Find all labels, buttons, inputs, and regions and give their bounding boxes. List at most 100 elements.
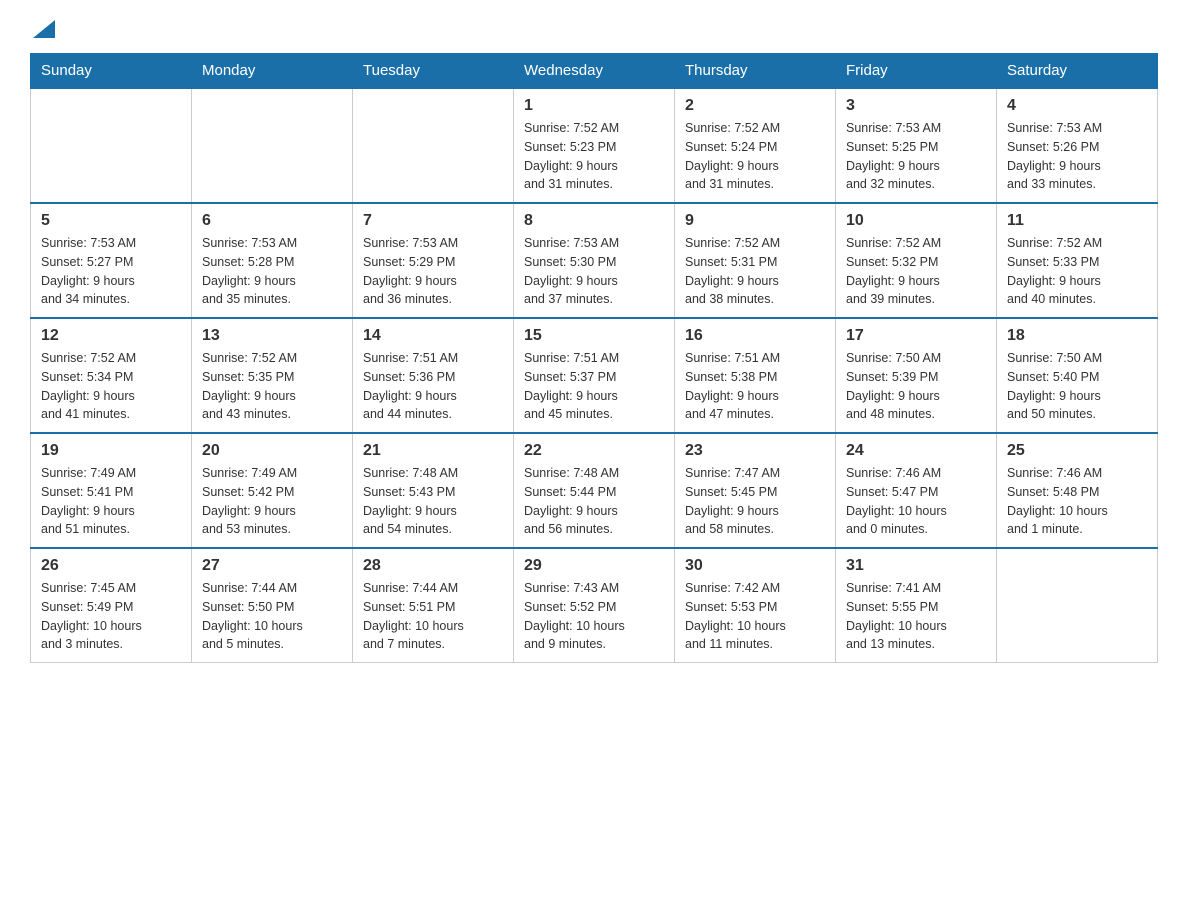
day-info: Sunrise: 7:44 AM Sunset: 5:51 PM Dayligh… bbox=[363, 579, 503, 654]
day-info: Sunrise: 7:47 AM Sunset: 5:45 PM Dayligh… bbox=[685, 464, 825, 539]
calendar-week-3: 12Sunrise: 7:52 AM Sunset: 5:34 PM Dayli… bbox=[31, 318, 1158, 433]
day-number: 17 bbox=[846, 327, 986, 345]
calendar-cell: 16Sunrise: 7:51 AM Sunset: 5:38 PM Dayli… bbox=[675, 318, 836, 433]
weekday-header-thursday: Thursday bbox=[675, 54, 836, 89]
calendar-cell: 20 Sunrise: 7:49 AM Sunset: 5:42 PM Dayli… bbox=[192, 433, 353, 548]
day-info: Sunrise: 7:51 AM Sunset: 5:37 PM Dayligh… bbox=[524, 349, 664, 424]
calendar-cell: 7 Sunrise: 7:53 AM Sunset: 5:29 PM Daylig… bbox=[353, 203, 514, 318]
weekday-header-sunday: Sunday bbox=[31, 54, 192, 89]
calendar-cell bbox=[192, 88, 353, 203]
calendar-cell: 15Sunrise: 7:51 AM Sunset: 5:37 PM Dayli… bbox=[514, 318, 675, 433]
calendar-cell: 25 Sunrise: 7:46 AM Sunset: 5:48 PM Dayli… bbox=[997, 433, 1158, 548]
weekday-header-wednesday: Wednesday bbox=[514, 54, 675, 89]
calendar-cell: 11 Sunrise: 7:52 AM Sunset: 5:33 PM Dayli… bbox=[997, 203, 1158, 318]
calendar-cell: 10Sunrise: 7:52 AM Sunset: 5:32 PM Dayli… bbox=[836, 203, 997, 318]
calendar-cell: 6 Sunrise: 7:53 AM Sunset: 5:28 PM Daylig… bbox=[192, 203, 353, 318]
day-number: 21 bbox=[363, 442, 503, 460]
day-info: Sunrise: 7:53 AM Sunset: 5:28 PM Dayligh… bbox=[202, 234, 342, 309]
day-number: 20 bbox=[202, 442, 342, 460]
day-info: Sunrise: 7:42 AM Sunset: 5:53 PM Dayligh… bbox=[685, 579, 825, 654]
day-info: Sunrise: 7:52 AM Sunset: 5:24 PM Dayligh… bbox=[685, 119, 825, 194]
calendar-cell: 29 Sunrise: 7:43 AM Sunset: 5:52 PM Dayli… bbox=[514, 548, 675, 663]
day-number: 19 bbox=[41, 442, 181, 460]
day-number: 6 bbox=[202, 212, 342, 230]
day-info: Sunrise: 7:49 AM Sunset: 5:42 PM Dayligh… bbox=[202, 464, 342, 539]
day-info: Sunrise: 7:53 AM Sunset: 5:30 PM Dayligh… bbox=[524, 234, 664, 309]
calendar-week-1: 1 Sunrise: 7:52 AM Sunset: 5:23 PM Daylig… bbox=[31, 88, 1158, 203]
calendar-week-4: 19 Sunrise: 7:49 AM Sunset: 5:41 PM Dayli… bbox=[31, 433, 1158, 548]
day-number: 24 bbox=[846, 442, 986, 460]
day-info: Sunrise: 7:51 AM Sunset: 5:36 PM Dayligh… bbox=[363, 349, 503, 424]
day-info: Sunrise: 7:41 AM Sunset: 5:55 PM Dayligh… bbox=[846, 579, 986, 654]
day-info: Sunrise: 7:44 AM Sunset: 5:50 PM Dayligh… bbox=[202, 579, 342, 654]
weekday-header-row: SundayMondayTuesdayWednesdayThursdayFrid… bbox=[31, 54, 1158, 89]
calendar-cell: 31Sunrise: 7:41 AM Sunset: 5:55 PM Dayli… bbox=[836, 548, 997, 663]
day-info: Sunrise: 7:52 AM Sunset: 5:23 PM Dayligh… bbox=[524, 119, 664, 194]
calendar-cell: 27 Sunrise: 7:44 AM Sunset: 5:50 PM Dayli… bbox=[192, 548, 353, 663]
day-info: Sunrise: 7:50 AM Sunset: 5:40 PM Dayligh… bbox=[1007, 349, 1147, 424]
day-number: 9 bbox=[685, 212, 825, 230]
day-info: Sunrise: 7:53 AM Sunset: 5:27 PM Dayligh… bbox=[41, 234, 181, 309]
day-info: Sunrise: 7:46 AM Sunset: 5:48 PM Dayligh… bbox=[1007, 464, 1147, 539]
day-number: 22 bbox=[524, 442, 664, 460]
day-number: 1 bbox=[524, 97, 664, 115]
calendar-cell: 9 Sunrise: 7:52 AM Sunset: 5:31 PM Daylig… bbox=[675, 203, 836, 318]
calendar-cell bbox=[353, 88, 514, 203]
day-info: Sunrise: 7:51 AM Sunset: 5:38 PM Dayligh… bbox=[685, 349, 825, 424]
day-number: 7 bbox=[363, 212, 503, 230]
day-info: Sunrise: 7:52 AM Sunset: 5:31 PM Dayligh… bbox=[685, 234, 825, 309]
calendar-week-5: 26 Sunrise: 7:45 AM Sunset: 5:49 PM Dayli… bbox=[31, 548, 1158, 663]
calendar-cell: 17Sunrise: 7:50 AM Sunset: 5:39 PM Dayli… bbox=[836, 318, 997, 433]
day-number: 30 bbox=[685, 557, 825, 575]
weekday-header-monday: Monday bbox=[192, 54, 353, 89]
day-info: Sunrise: 7:46 AM Sunset: 5:47 PM Dayligh… bbox=[846, 464, 986, 539]
calendar-body: 1 Sunrise: 7:52 AM Sunset: 5:23 PM Daylig… bbox=[31, 88, 1158, 663]
calendar-header: SundayMondayTuesdayWednesdayThursdayFrid… bbox=[31, 54, 1158, 89]
day-number: 5 bbox=[41, 212, 181, 230]
day-info: Sunrise: 7:52 AM Sunset: 5:32 PM Dayligh… bbox=[846, 234, 986, 309]
day-number: 11 bbox=[1007, 212, 1147, 230]
calendar-cell: 12Sunrise: 7:52 AM Sunset: 5:34 PM Dayli… bbox=[31, 318, 192, 433]
calendar-cell: 3 Sunrise: 7:53 AM Sunset: 5:25 PM Daylig… bbox=[836, 88, 997, 203]
calendar-cell: 2Sunrise: 7:52 AM Sunset: 5:24 PM Daylig… bbox=[675, 88, 836, 203]
day-info: Sunrise: 7:48 AM Sunset: 5:43 PM Dayligh… bbox=[363, 464, 503, 539]
calendar-cell: 28Sunrise: 7:44 AM Sunset: 5:51 PM Dayli… bbox=[353, 548, 514, 663]
weekday-header-tuesday: Tuesday bbox=[353, 54, 514, 89]
calendar-cell: 22 Sunrise: 7:48 AM Sunset: 5:44 PM Dayli… bbox=[514, 433, 675, 548]
calendar-cell: 4Sunrise: 7:53 AM Sunset: 5:26 PM Daylig… bbox=[997, 88, 1158, 203]
day-info: Sunrise: 7:43 AM Sunset: 5:52 PM Dayligh… bbox=[524, 579, 664, 654]
day-info: Sunrise: 7:52 AM Sunset: 5:35 PM Dayligh… bbox=[202, 349, 342, 424]
calendar-cell: 26 Sunrise: 7:45 AM Sunset: 5:49 PM Dayli… bbox=[31, 548, 192, 663]
calendar-cell: 8 Sunrise: 7:53 AM Sunset: 5:30 PM Daylig… bbox=[514, 203, 675, 318]
day-info: Sunrise: 7:53 AM Sunset: 5:29 PM Dayligh… bbox=[363, 234, 503, 309]
calendar-cell: 1 Sunrise: 7:52 AM Sunset: 5:23 PM Daylig… bbox=[514, 88, 675, 203]
day-number: 25 bbox=[1007, 442, 1147, 460]
day-info: Sunrise: 7:45 AM Sunset: 5:49 PM Dayligh… bbox=[41, 579, 181, 654]
day-number: 3 bbox=[846, 97, 986, 115]
day-info: Sunrise: 7:52 AM Sunset: 5:33 PM Dayligh… bbox=[1007, 234, 1147, 309]
day-number: 26 bbox=[41, 557, 181, 575]
calendar-cell: 24 Sunrise: 7:46 AM Sunset: 5:47 PM Dayli… bbox=[836, 433, 997, 548]
calendar-cell: 18 Sunrise: 7:50 AM Sunset: 5:40 PM Dayli… bbox=[997, 318, 1158, 433]
calendar-cell: 5 Sunrise: 7:53 AM Sunset: 5:27 PM Daylig… bbox=[31, 203, 192, 318]
logo bbox=[30, 20, 55, 43]
day-info: Sunrise: 7:48 AM Sunset: 5:44 PM Dayligh… bbox=[524, 464, 664, 539]
calendar-cell bbox=[997, 548, 1158, 663]
calendar-table: SundayMondayTuesdayWednesdayThursdayFrid… bbox=[30, 53, 1158, 663]
day-number: 18 bbox=[1007, 327, 1147, 345]
day-number: 14 bbox=[363, 327, 503, 345]
day-number: 29 bbox=[524, 557, 664, 575]
calendar-cell bbox=[31, 88, 192, 203]
weekday-header-friday: Friday bbox=[836, 54, 997, 89]
day-info: Sunrise: 7:49 AM Sunset: 5:41 PM Dayligh… bbox=[41, 464, 181, 539]
page-header bbox=[30, 20, 1158, 43]
logo-triangle-icon bbox=[33, 20, 55, 38]
calendar-cell: 23 Sunrise: 7:47 AM Sunset: 5:45 PM Dayli… bbox=[675, 433, 836, 548]
day-number: 8 bbox=[524, 212, 664, 230]
day-number: 12 bbox=[41, 327, 181, 345]
day-info: Sunrise: 7:53 AM Sunset: 5:26 PM Dayligh… bbox=[1007, 119, 1147, 194]
weekday-header-saturday: Saturday bbox=[997, 54, 1158, 89]
day-info: Sunrise: 7:53 AM Sunset: 5:25 PM Dayligh… bbox=[846, 119, 986, 194]
day-number: 27 bbox=[202, 557, 342, 575]
day-number: 23 bbox=[685, 442, 825, 460]
